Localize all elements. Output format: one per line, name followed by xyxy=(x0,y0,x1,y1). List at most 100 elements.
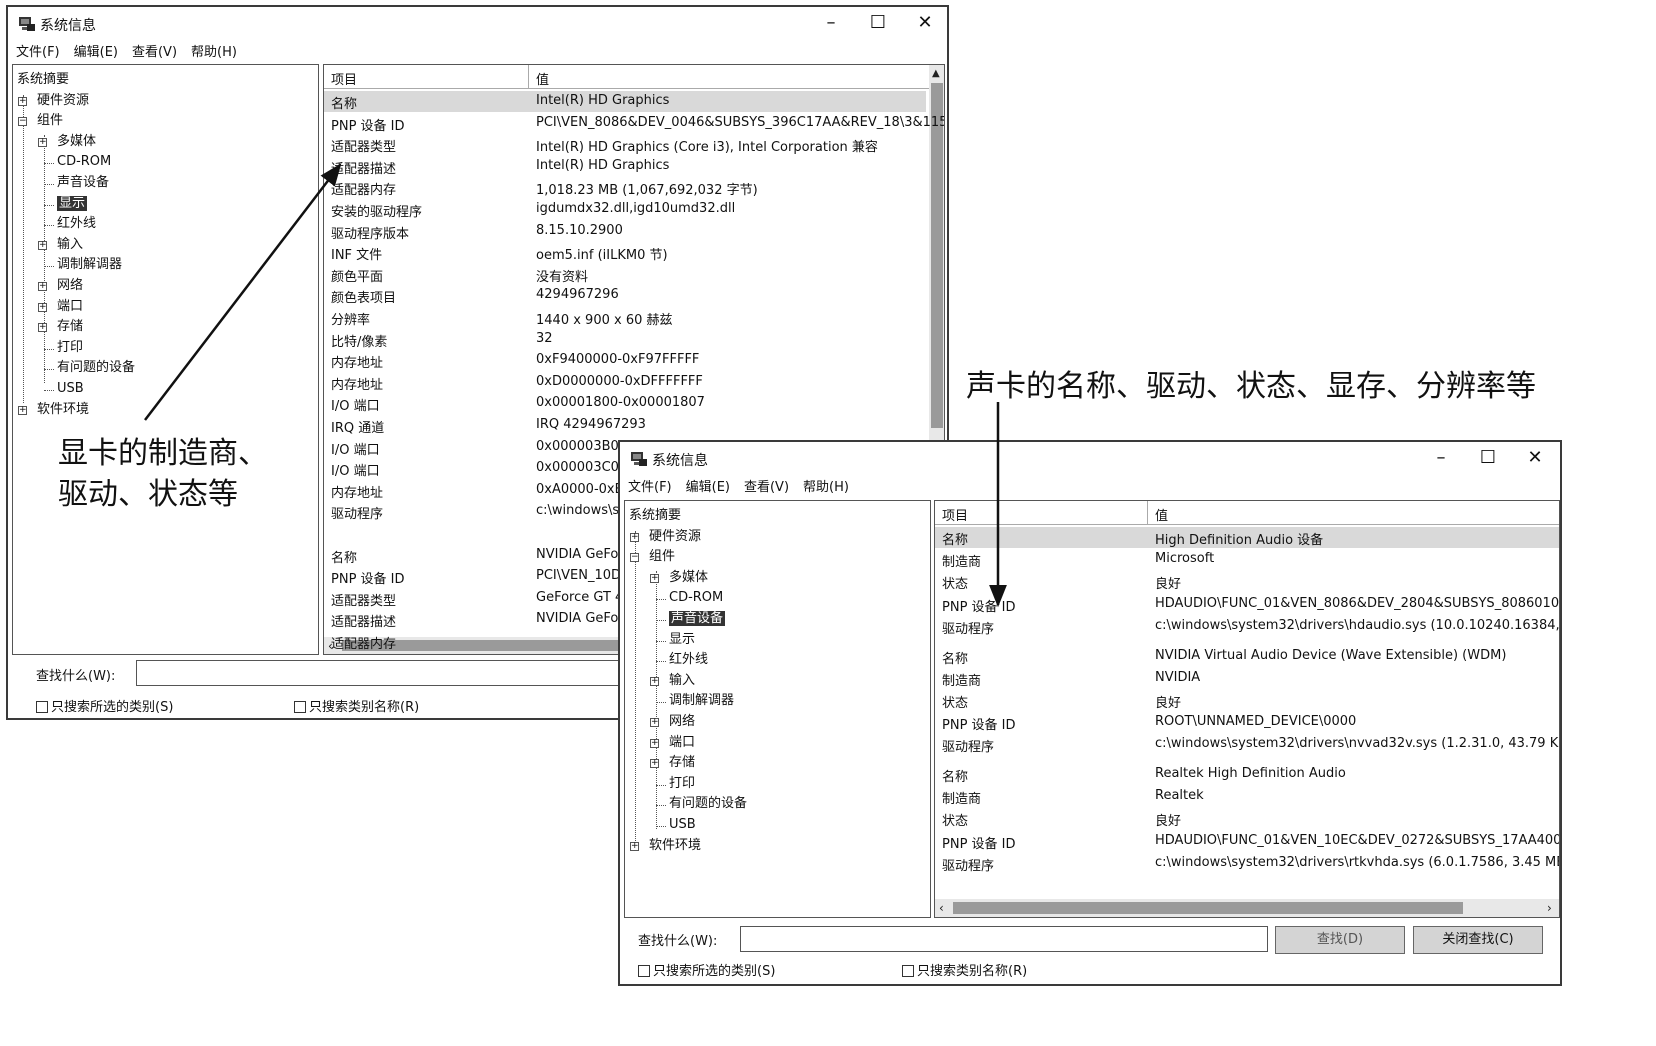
table-row[interactable]: 驱动程序版本 8.15.10.2900 xyxy=(324,221,926,242)
tree-ports[interactable]: 端口 xyxy=(669,734,695,752)
horizontal-scrollbar[interactable]: ‹ › xyxy=(935,899,1559,917)
tree-software-environment[interactable]: 软件环境 xyxy=(649,837,701,855)
maximize-button[interactable]: ☐ xyxy=(863,13,893,33)
title-bar[interactable]: 系统信息 – ☐ ✕ xyxy=(8,7,947,41)
collapse-icon[interactable]: − xyxy=(630,553,639,563)
tree-ports[interactable]: 端口 xyxy=(57,298,83,316)
table-row[interactable]: 名称 Intel(R) HD Graphics xyxy=(324,91,926,112)
tree-network[interactable]: 网络 xyxy=(57,277,83,295)
horizontal-scroll-thumb[interactable] xyxy=(953,902,1463,914)
tree-sound-device[interactable]: 声音设备 xyxy=(669,610,726,628)
table-row[interactable]: PNP 设备 ID PCI\VEN_8086&DEV_0046&SUBSYS_39… xyxy=(324,113,944,134)
search-category-names-checkbox[interactable]: 只搜索类别名称(R) xyxy=(294,696,419,715)
tree-components[interactable]: 组件 xyxy=(649,548,675,566)
table-row[interactable]: 安装的驱动程序 igdumdx32.dll,igd10umd32.dll xyxy=(324,199,926,220)
maximize-button[interactable]: ☐ xyxy=(1473,448,1503,468)
search-selected-category-checkbox[interactable]: 只搜索所选的类别(S) xyxy=(638,960,775,979)
expand-icon[interactable]: + xyxy=(18,96,27,106)
table-row[interactable]: 状态 良好 xyxy=(935,571,1559,592)
table-row[interactable]: 制造商 Microsoft xyxy=(935,549,1559,570)
scroll-up-arrow-icon[interactable]: ▲ xyxy=(932,68,940,79)
table-row[interactable]: 分辨率 1440 x 900 x 60 赫兹 xyxy=(324,307,926,328)
table-row[interactable]: 适配器内存 1,018.23 MB (1,067,692,032 字节) xyxy=(324,177,926,198)
minimize-button[interactable]: – xyxy=(816,13,846,33)
table-row[interactable]: 适配器类型 Intel(R) HD Graphics (Core i3), Int… xyxy=(324,134,926,155)
find-input[interactable] xyxy=(740,926,1268,952)
tree-display[interactable]: 显示 xyxy=(669,631,695,649)
column-header-value[interactable]: 值 xyxy=(1155,505,1168,524)
tree-storage[interactable]: 存储 xyxy=(669,754,695,772)
table-row[interactable]: 颜色表项目 4294967296 xyxy=(324,285,926,306)
tree-network[interactable]: 网络 xyxy=(669,713,695,731)
table-row[interactable]: 驱动程序 c:\windows\system32\drivers\rtkvhda.… xyxy=(935,853,1559,874)
table-row[interactable]: IRQ 通道 IRQ 4294967293 xyxy=(324,415,926,436)
expand-icon[interactable]: + xyxy=(38,282,47,291)
tree-problem-devices[interactable]: 有问题的设备 xyxy=(57,359,135,377)
table-row[interactable]: I/O 端口 0x00001800-0x00001807 xyxy=(324,393,926,414)
tree-problem-devices[interactable]: 有问题的设备 xyxy=(669,795,747,813)
menu-file[interactable]: 文件(F) xyxy=(628,480,672,495)
menu-view[interactable]: 查看(V) xyxy=(132,45,177,60)
tree-sound-device[interactable]: 声音设备 xyxy=(57,174,109,192)
tree-printing[interactable]: 打印 xyxy=(57,339,83,357)
minimize-button[interactable]: – xyxy=(1426,448,1456,468)
scroll-left-arrow-icon[interactable]: ‹ xyxy=(939,901,944,915)
table-row[interactable]: 驱动程序 c:\windows\system32\drivers\nvvad32v… xyxy=(935,734,1559,755)
column-header-value[interactable]: 值 xyxy=(536,69,549,88)
table-row[interactable]: 制造商 NVIDIA xyxy=(935,668,1559,689)
table-row[interactable]: PNP 设备 ID ROOT\UNNAMED_DEVICE\0000 xyxy=(935,712,1559,733)
expand-icon[interactable]: + xyxy=(38,240,47,250)
table-row[interactable]: 驱动程序 c:\windows\system32\drivers\hdaudio.… xyxy=(935,616,1559,637)
tree-input[interactable]: 输入 xyxy=(57,236,83,254)
category-tree[interactable]: 系统摘要 + 硬件资源 − 组件 + 多媒体 CD-ROM 声音设备 显示 红外线 + 输入 调制解调器 +… xyxy=(624,500,931,918)
table-row[interactable]: 名称 Realtek High Definition Audio xyxy=(935,764,1559,785)
expand-icon[interactable]: + xyxy=(38,137,47,147)
close-button[interactable]: ✕ xyxy=(910,13,940,33)
table-row[interactable]: 名称 High Definition Audio 设备 xyxy=(935,527,1559,548)
expand-icon[interactable]: + xyxy=(650,676,659,686)
expand-icon[interactable]: + xyxy=(650,738,659,748)
table-row[interactable]: PNP 设备 ID HDAUDIO\FUNC_01&VEN_10EC&DEV_02… xyxy=(935,831,1559,852)
find-button[interactable]: 查找(D) xyxy=(1275,926,1405,954)
table-row[interactable]: PNP 设备 ID HDAUDIO\FUNC_01&VEN_8086&DEV_28… xyxy=(935,594,1559,615)
table-row[interactable]: 名称 NVIDIA Virtual Audio Device (Wave Exte… xyxy=(935,646,1559,667)
tree-usb[interactable]: USB xyxy=(57,380,84,398)
expand-icon[interactable]: + xyxy=(650,718,659,727)
tree-printing[interactable]: 打印 xyxy=(669,775,695,793)
expand-icon[interactable]: + xyxy=(38,323,47,333)
expand-icon[interactable]: + xyxy=(38,302,47,312)
table-row[interactable]: 比特/像素 32 xyxy=(324,329,926,350)
tree-infrared[interactable]: 红外线 xyxy=(669,651,708,669)
table-row[interactable]: 制造商 Realtek xyxy=(935,786,1559,807)
table-row[interactable]: 适配器描述 Intel(R) HD Graphics xyxy=(324,156,926,177)
expand-icon[interactable]: + xyxy=(630,841,639,851)
search-selected-category-checkbox[interactable]: 只搜索所选的类别(S) xyxy=(36,696,173,715)
tree-cdrom[interactable]: CD-ROM xyxy=(669,589,723,607)
tree-system-summary[interactable]: 系统摘要 xyxy=(17,71,69,89)
collapse-icon[interactable]: − xyxy=(18,117,27,127)
table-row[interactable]: INF 文件 oem5.inf (iILKM0 节) xyxy=(324,242,926,263)
close-button[interactable]: ✕ xyxy=(1520,448,1550,468)
search-category-names-checkbox[interactable]: 只搜索类别名称(R) xyxy=(902,960,1027,979)
table-row[interactable]: 状态 良好 xyxy=(935,690,1559,711)
expand-icon[interactable]: + xyxy=(650,759,659,769)
tree-modem[interactable]: 调制解调器 xyxy=(57,256,122,274)
tree-storage[interactable]: 存储 xyxy=(57,318,83,336)
title-bar[interactable]: 系统信息 – ☐ ✕ xyxy=(620,442,1560,476)
tree-software-environment[interactable]: 软件环境 xyxy=(37,401,89,419)
menu-help[interactable]: 帮助(H) xyxy=(191,45,237,60)
tree-system-summary[interactable]: 系统摘要 xyxy=(629,507,681,525)
tree-cdrom[interactable]: CD-ROM xyxy=(57,153,111,171)
tree-display[interactable]: 显示 xyxy=(57,195,88,213)
menu-view[interactable]: 查看(V) xyxy=(744,480,789,495)
tree-usb[interactable]: USB xyxy=(669,816,696,834)
vertical-scroll-thumb[interactable] xyxy=(931,83,943,428)
tree-modem[interactable]: 调制解调器 xyxy=(669,692,734,710)
tree-components[interactable]: 组件 xyxy=(37,112,63,130)
expand-icon[interactable]: + xyxy=(650,573,659,583)
tree-input[interactable]: 输入 xyxy=(669,672,695,690)
menu-edit[interactable]: 编辑(E) xyxy=(74,45,118,60)
tree-infrared[interactable]: 红外线 xyxy=(57,215,96,233)
tree-hardware-resources[interactable]: 硬件资源 xyxy=(649,528,701,546)
tree-multimedia[interactable]: 多媒体 xyxy=(57,133,96,151)
